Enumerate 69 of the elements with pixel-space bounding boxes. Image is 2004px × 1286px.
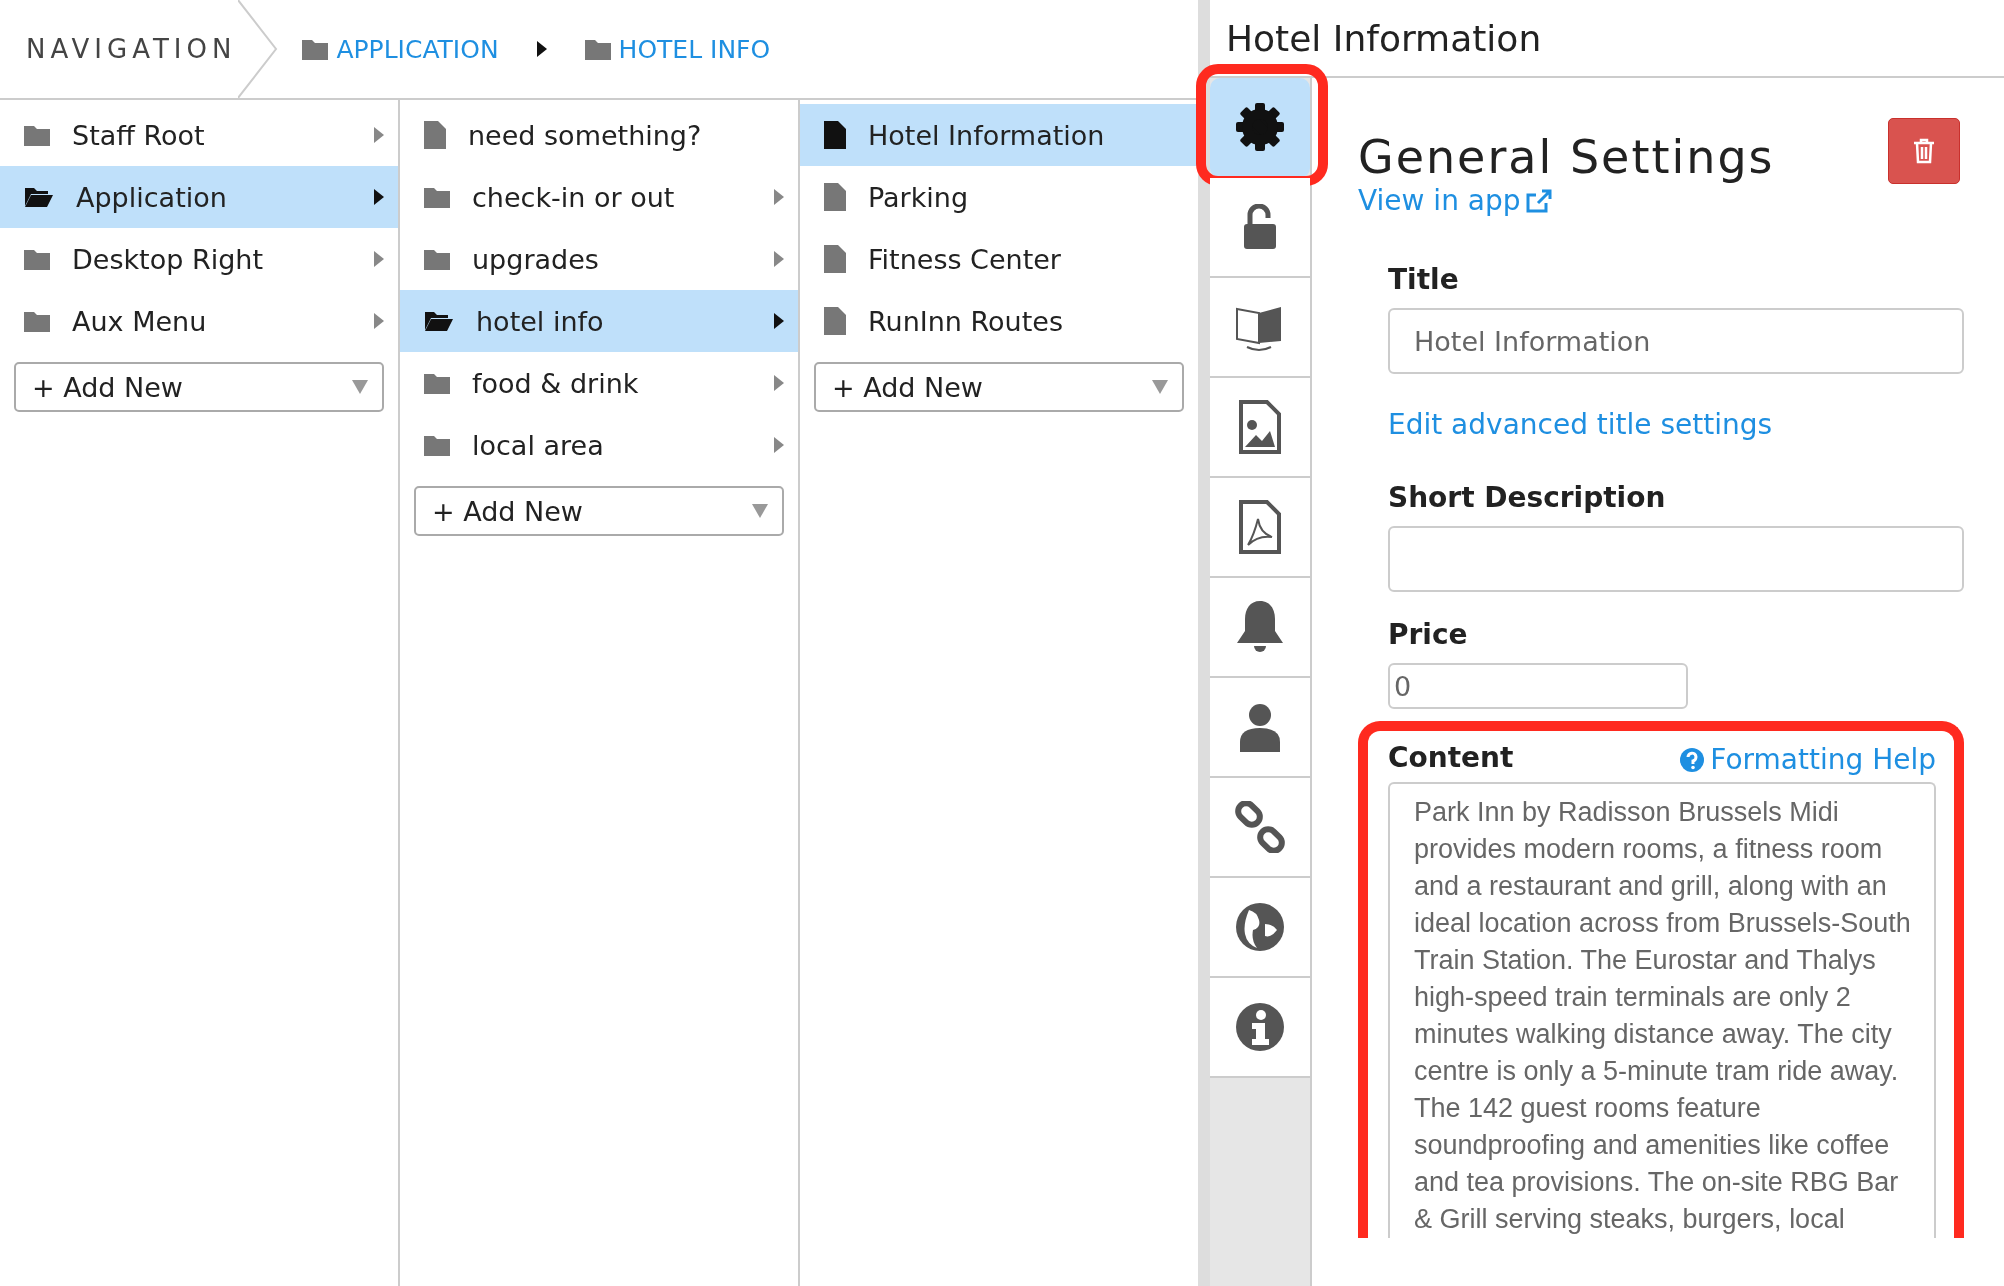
dropdown-arrow-icon xyxy=(1152,380,1168,394)
folder-item[interactable]: hotel info xyxy=(400,290,798,352)
folder-item[interactable]: Desktop Right xyxy=(0,228,398,290)
page-item[interactable]: Parking xyxy=(800,166,1198,228)
open-folder-icon xyxy=(24,185,54,209)
content-textarea[interactable]: Park Inn by Radisson Brussels Midi provides modern rooms, a fitness room and a restaurant and grill, along with an ideal location across from Brussels-South Train Station. The Eurostar and Thalys high-speed train terminals are only 2 minutes walking distance away. The city centre is only a 5-minute tram ride away. The 142 guest rooms feature soundproofing and amenities like coffee and tea provisions. The on-site RBG Bar & Grill serving steaks, burgers, local xyxy=(1388,782,1936,1238)
folder-item[interactable]: Staff Root xyxy=(0,104,398,166)
navigation-label: NAVIGATION xyxy=(25,34,237,64)
page-item[interactable]: need something? xyxy=(400,104,798,166)
sidebar-tab[interactable] xyxy=(1210,678,1310,778)
sidebar-tab[interactable] xyxy=(1210,978,1310,1078)
price-field[interactable]: 0 xyxy=(1388,663,1688,709)
folder-item[interactable]: food & drink xyxy=(400,352,798,414)
folder-icon xyxy=(424,248,450,270)
page-item[interactable]: Hotel Information xyxy=(800,104,1198,166)
document-icon xyxy=(824,245,846,273)
document-icon xyxy=(424,121,446,149)
add-new-dropdown[interactable]: + Add New xyxy=(14,362,384,412)
document-icon xyxy=(824,307,846,335)
folder-icon xyxy=(424,186,450,208)
sidebar-tab[interactable] xyxy=(1210,778,1310,878)
field-label: Title xyxy=(1388,263,1460,296)
bell-icon xyxy=(1235,599,1285,655)
unlocked-padlock-icon xyxy=(1242,204,1278,250)
folder-icon xyxy=(24,124,50,146)
folder-item[interactable]: Application xyxy=(0,166,398,228)
dropdown-arrow-icon xyxy=(752,504,768,518)
info-icon xyxy=(1235,1002,1285,1052)
sidebar-tab[interactable] xyxy=(1210,178,1310,278)
short-description-field[interactable] xyxy=(1388,526,1964,592)
caret-icon xyxy=(536,41,547,57)
folder-icon xyxy=(24,310,50,332)
external-link-icon xyxy=(1526,188,1553,213)
folder-icon xyxy=(424,434,450,456)
field-label: Short Description xyxy=(1388,481,1667,514)
sidebar-tab[interactable] xyxy=(1210,78,1310,178)
document-icon xyxy=(824,183,846,211)
add-new-dropdown[interactable]: + Add New xyxy=(414,486,784,536)
folder-icon xyxy=(24,248,50,270)
trash-icon xyxy=(1913,138,1935,164)
sidebar-tab[interactable] xyxy=(1210,878,1310,978)
pdf-file-icon xyxy=(1238,499,1282,555)
page-item[interactable]: RunInn Routes xyxy=(800,290,1198,352)
document-icon xyxy=(824,121,846,149)
folder-icon xyxy=(302,38,329,60)
add-new-dropdown[interactable]: + Add New xyxy=(814,362,1184,412)
image-file-icon xyxy=(1238,399,1282,455)
title-field[interactable]: Hotel Information xyxy=(1388,308,1964,374)
sidebar-tab[interactable] xyxy=(1210,278,1310,378)
field-label: Content xyxy=(1388,741,1514,774)
folder-item[interactable]: upgrades xyxy=(400,228,798,290)
page-item[interactable]: Fitness Center xyxy=(800,228,1198,290)
sidebar-tab[interactable] xyxy=(1210,378,1310,478)
folder-item[interactable]: check-in or out xyxy=(400,166,798,228)
folder-icon xyxy=(584,38,611,60)
sidebar-tab[interactable] xyxy=(1210,578,1310,678)
section-heading: General Settings xyxy=(1358,130,1775,184)
open-folder-icon xyxy=(424,309,454,333)
settings-icon xyxy=(1234,101,1286,153)
dropdown-arrow-icon xyxy=(352,380,368,394)
folder-icon xyxy=(424,372,450,394)
user-icon xyxy=(1239,702,1281,752)
field-label: Price xyxy=(1388,618,1469,651)
chain-link-icon xyxy=(1234,801,1286,853)
delete-button[interactable] xyxy=(1888,118,1960,184)
sidebar-tab[interactable] xyxy=(1210,478,1310,578)
folder-item[interactable]: Aux Menu xyxy=(0,290,398,352)
folder-item[interactable]: local area xyxy=(400,414,798,476)
help-icon xyxy=(1680,747,1705,772)
